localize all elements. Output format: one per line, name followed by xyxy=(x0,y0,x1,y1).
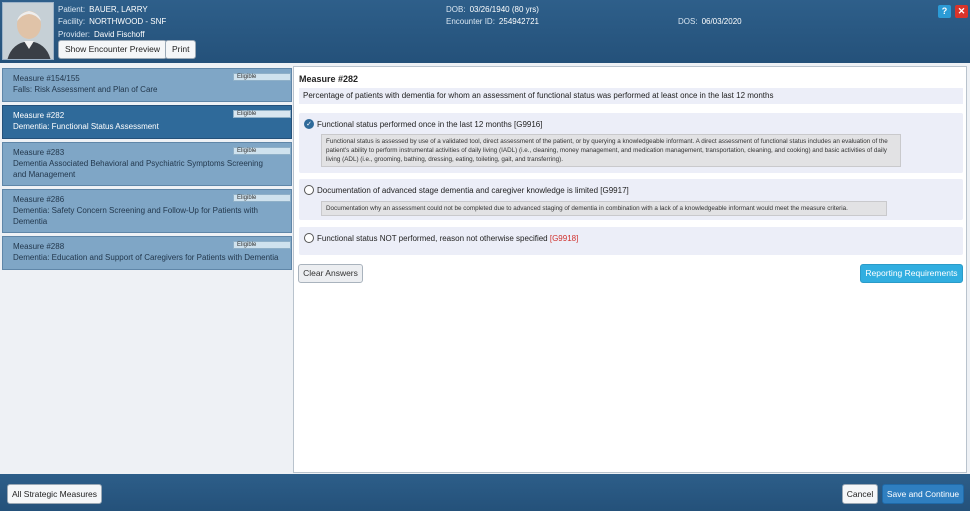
encounter-id: 254942721 xyxy=(498,17,539,26)
measure-item-283[interactable]: Measure #283 Dementia Associated Behavio… xyxy=(2,142,292,186)
encounter-row: Encounter ID: 254942721 xyxy=(446,17,539,26)
radio-checked-icon[interactable]: ✓ xyxy=(304,119,314,129)
close-icon[interactable]: ✕ xyxy=(955,5,968,18)
dos-label: DOS: xyxy=(678,17,698,26)
save-and-continue-button[interactable]: Save and Continue xyxy=(882,484,964,504)
measure-detail-panel: Measure #282 Percentage of patients with… xyxy=(293,66,967,473)
eligible-badge: Eligible xyxy=(233,147,291,155)
eligible-badge: Eligible xyxy=(233,194,291,202)
eligible-badge: Eligible xyxy=(233,110,291,118)
facility-row: Facility: NORTHWOOD - SNF xyxy=(58,17,166,26)
dob-row: DOB: 03/26/1940 (80 yrs) xyxy=(446,5,539,14)
dob-label: DOB: xyxy=(446,5,466,14)
measure-name: Dementia: Safety Concern Screening and F… xyxy=(13,206,259,226)
footer-bar: All Strategic Measures Cancel Save and C… xyxy=(0,474,970,511)
reporting-requirements-button[interactable]: Reporting Requirements xyxy=(860,264,963,283)
option-description: Documentation why an assessment could no… xyxy=(321,201,887,216)
option-label: Functional status performed once in the … xyxy=(317,120,543,129)
eligible-badge: Eligible xyxy=(233,73,291,81)
patient-label: Patient: xyxy=(58,5,86,14)
answer-option-g9917[interactable]: Documentation of advanced stage dementia… xyxy=(299,179,963,220)
patient-avatar xyxy=(2,2,54,60)
facility-label: Facility: xyxy=(58,17,86,26)
measure-description: Percentage of patients with dementia for… xyxy=(299,88,963,104)
measure-item-154-155[interactable]: Measure #154/155 Falls: Risk Assessment … xyxy=(2,68,292,102)
cancel-button[interactable]: Cancel xyxy=(842,484,878,504)
measure-name: Dementia: Functional Status Assessment xyxy=(13,122,159,131)
provider-label: Provider: xyxy=(58,30,91,39)
dos-row: DOS: 06/03/2020 xyxy=(678,17,742,26)
eligible-badge: Eligible xyxy=(233,241,291,249)
measure-item-282[interactable]: Measure #282 Dementia: Functional Status… xyxy=(2,105,292,139)
measure-title: Measure #282 xyxy=(299,74,359,84)
print-button[interactable]: Print xyxy=(165,40,197,59)
measure-name: Dementia Associated Behavioral and Psych… xyxy=(13,159,263,179)
option-description: Functional status is assessed by use of … xyxy=(321,134,901,167)
answer-option-g9916[interactable]: ✓ Functional status performed once in th… xyxy=(299,113,963,173)
encounter-label: Encounter ID: xyxy=(446,17,495,26)
facility-name: NORTHWOOD - SNF xyxy=(89,17,167,26)
radio-icon[interactable] xyxy=(304,185,314,195)
all-strategic-measures-button[interactable]: All Strategic Measures xyxy=(7,484,102,504)
option-label: Documentation of advanced stage dementia… xyxy=(317,186,629,195)
measure-list: Measure #154/155 Falls: Risk Assessment … xyxy=(0,63,293,474)
clear-answers-button[interactable]: Clear Answers xyxy=(298,264,363,283)
measure-name: Dementia: Education and Support of Careg… xyxy=(13,253,279,262)
patient-name: BAUER, LARRY xyxy=(89,5,148,14)
show-encounter-preview-button[interactable]: Show Encounter Preview xyxy=(58,40,167,59)
answer-option-g9918[interactable]: Functional status NOT performed, reason … xyxy=(299,227,963,255)
measure-item-286[interactable]: Measure #286 Dementia: Safety Concern Sc… xyxy=(2,189,292,233)
measure-item-288[interactable]: Measure #288 Dementia: Education and Sup… xyxy=(2,236,292,270)
patient-row: Patient: BAUER, LARRY xyxy=(58,5,148,14)
help-icon[interactable]: ? xyxy=(938,5,951,18)
patient-header: Patient: BAUER, LARRY Facility: NORTHWOOD … xyxy=(0,0,970,63)
option-code: [G9918] xyxy=(549,234,579,243)
provider-row: Provider: David Fischoff xyxy=(58,30,145,39)
patient-photo-icon xyxy=(3,3,53,59)
option-label-text: Functional status NOT performed, reason … xyxy=(317,234,550,243)
radio-icon[interactable] xyxy=(304,233,314,243)
option-label: Functional status NOT performed, reason … xyxy=(317,234,578,243)
measure-name: Falls: Risk Assessment and Plan of Care xyxy=(13,85,158,94)
dos-value: 06/03/2020 xyxy=(701,17,742,26)
provider-name: David Fischoff xyxy=(94,30,145,39)
dob-value: 03/26/1940 (80 yrs) xyxy=(469,5,539,14)
